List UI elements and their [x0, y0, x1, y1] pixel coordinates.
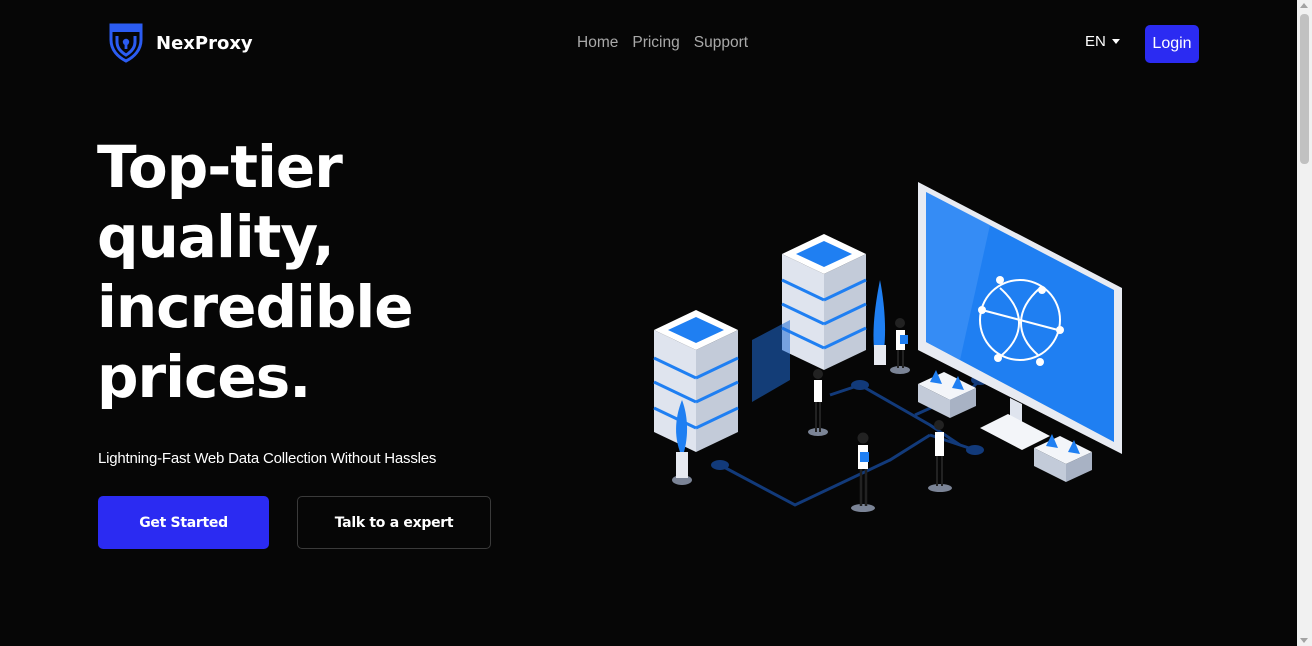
brand-logo-link[interactable]: NexProxy — [108, 22, 253, 64]
scroll-thumb[interactable] — [1300, 14, 1309, 164]
shield-lock-icon — [109, 23, 143, 63]
hero-title: Top-tier quality, incredible prices. — [97, 132, 517, 412]
hero-title-line: quality, — [97, 203, 335, 271]
page-scrollbar[interactable] — [1297, 0, 1312, 646]
isometric-servers-monitor-illustration — [653, 182, 1122, 512]
scroll-down-arrow-icon[interactable] — [1300, 638, 1308, 643]
login-button[interactable]: Login — [1145, 25, 1199, 63]
nav-link-support[interactable]: Support — [694, 34, 748, 52]
get-started-button[interactable]: Get Started — [98, 496, 269, 549]
language-label: EN — [1085, 33, 1106, 50]
talk-to-expert-button[interactable]: Talk to a expert — [297, 496, 491, 549]
brand-name: NexProxy — [156, 32, 253, 54]
hero-subtitle: Lightning-Fast Web Data Collection Witho… — [98, 450, 437, 467]
nav-link-home[interactable]: Home — [577, 34, 618, 52]
scroll-up-arrow-icon[interactable] — [1300, 3, 1308, 8]
hero-title-line: Top-tier — [97, 133, 343, 201]
language-dropdown[interactable]: EN — [1085, 33, 1120, 50]
caret-down-icon — [1111, 39, 1120, 44]
hero-title-line: incredible — [97, 273, 414, 341]
nav-link-pricing[interactable]: Pricing — [632, 34, 679, 52]
nav-links: Home Pricing Support — [577, 34, 748, 52]
hero-title-line: prices. — [97, 343, 311, 411]
top-navbar: NexProxy Home Pricing Support EN Login — [0, 0, 1297, 88]
